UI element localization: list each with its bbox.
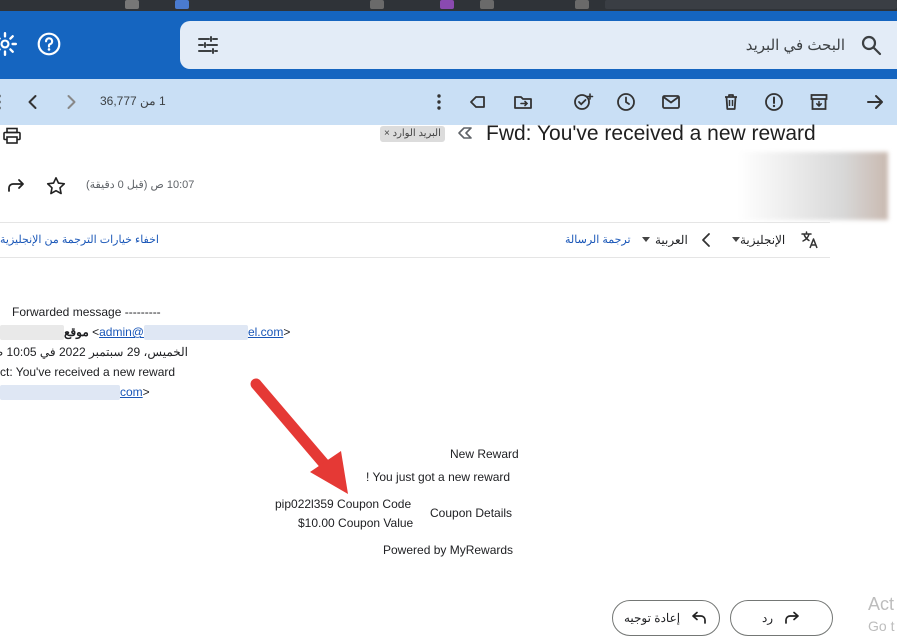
add-to-tasks-icon[interactable] [572, 91, 594, 113]
translate-message-link[interactable]: ترجمة الرسالة [565, 233, 631, 246]
print-icon[interactable] [2, 126, 22, 146]
forwarded-date: الخميس، 29 سبتمبر 2022 في 10:05 ص [0, 345, 188, 359]
search-bar[interactable]: البحث في البريد [180, 21, 897, 69]
importance-marker-icon[interactable] [456, 125, 474, 141]
translate-icon [800, 230, 820, 250]
reward-line: ! You just got a new reward [366, 470, 511, 484]
reply-icon[interactable] [6, 176, 26, 196]
message-toolbar: 1 من 36,777 [0, 79, 897, 125]
to-email-redacted [0, 385, 120, 401]
archive-icon[interactable] [808, 91, 830, 113]
snooze-clock-icon[interactable] [615, 91, 637, 113]
older-chevron-right-icon[interactable] [60, 91, 82, 113]
os-taskbar-strip [0, 0, 897, 11]
powered-by-footer: Powered by MyRewards [383, 543, 514, 557]
forward-arrow-icon [692, 611, 706, 624]
more-icon-partial[interactable] [0, 91, 10, 113]
email-redacted [143, 325, 248, 341]
search-placeholder: البحث في البريد [745, 37, 845, 54]
reply-button-label: رد [761, 611, 774, 625]
report-spam-icon[interactable] [763, 91, 785, 113]
delete-trash-icon[interactable] [720, 91, 742, 113]
message-count: 1 من 36,777 [100, 94, 166, 108]
mark-unread-icon[interactable] [660, 91, 682, 113]
activation-watermark-line1: Act [868, 594, 895, 614]
settings-gear-icon[interactable] [0, 31, 18, 57]
forwarded-from: موقع <admin@ el.com> [0, 325, 290, 341]
reward-title: New Reward [450, 447, 519, 461]
target-language-caret-icon[interactable] [642, 237, 650, 242]
header-divider [0, 222, 830, 223]
from-name-redacted [0, 325, 64, 341]
back-arrow-icon[interactable] [864, 91, 886, 113]
translate-divider [0, 257, 830, 258]
reply-arrow-icon [785, 611, 799, 624]
inbox-label-badge[interactable]: البريد الوارد × [380, 126, 445, 142]
gmail-header: البحث في البريد [0, 11, 897, 79]
message-time: 10:07 ص (قبل 0 دقيقة) [86, 179, 195, 191]
star-icon[interactable] [45, 175, 67, 197]
forward-button-label: إعادة توجيه [623, 611, 681, 625]
forward-button[interactable]: إعادة توجيه [612, 600, 720, 636]
from-email-suffix: el.com [247, 325, 284, 339]
from-email-prefix: admin@ [99, 325, 144, 339]
coupon-value-line: $10.00 Coupon Value [298, 516, 414, 530]
label-icon[interactable] [467, 91, 489, 113]
hide-translation-options-link[interactable]: اخفاء خيارات الترجمة من الإنجليزية [0, 233, 159, 246]
search-icon[interactable] [859, 33, 883, 57]
forwarded-subject: ct: You've received a new reward [0, 365, 176, 379]
to-email-link[interactable]: com [0, 385, 143, 401]
to-email-suffix: com [120, 385, 143, 399]
activation-watermark-line2: Go t [868, 618, 895, 634]
move-to-folder-icon[interactable] [512, 91, 534, 113]
red-annotation-arrow [250, 378, 348, 494]
help-icon[interactable] [36, 31, 62, 57]
language-chevron-icon [699, 231, 713, 249]
source-language-select[interactable]: الإنجليزية [740, 233, 785, 247]
from-label: موقع [64, 325, 89, 339]
target-language-select[interactable]: العربية [655, 233, 688, 247]
more-options-icon[interactable] [428, 91, 450, 113]
email-subject: Fwd: You've received a new reward [486, 122, 816, 145]
search-options-icon[interactable] [196, 33, 220, 57]
from-email-link[interactable]: admin@ el.com [99, 325, 284, 341]
source-language-caret-icon[interactable] [732, 237, 740, 242]
newer-chevron-left-icon[interactable] [22, 91, 44, 113]
coupon-details-label: Coupon Details [430, 506, 513, 520]
sender-avatar-redacted [738, 152, 888, 220]
forwarded-to: com> [0, 385, 150, 401]
reply-button[interactable]: رد [730, 600, 833, 636]
forwarded-header: Forwarded message --------- [12, 305, 161, 319]
